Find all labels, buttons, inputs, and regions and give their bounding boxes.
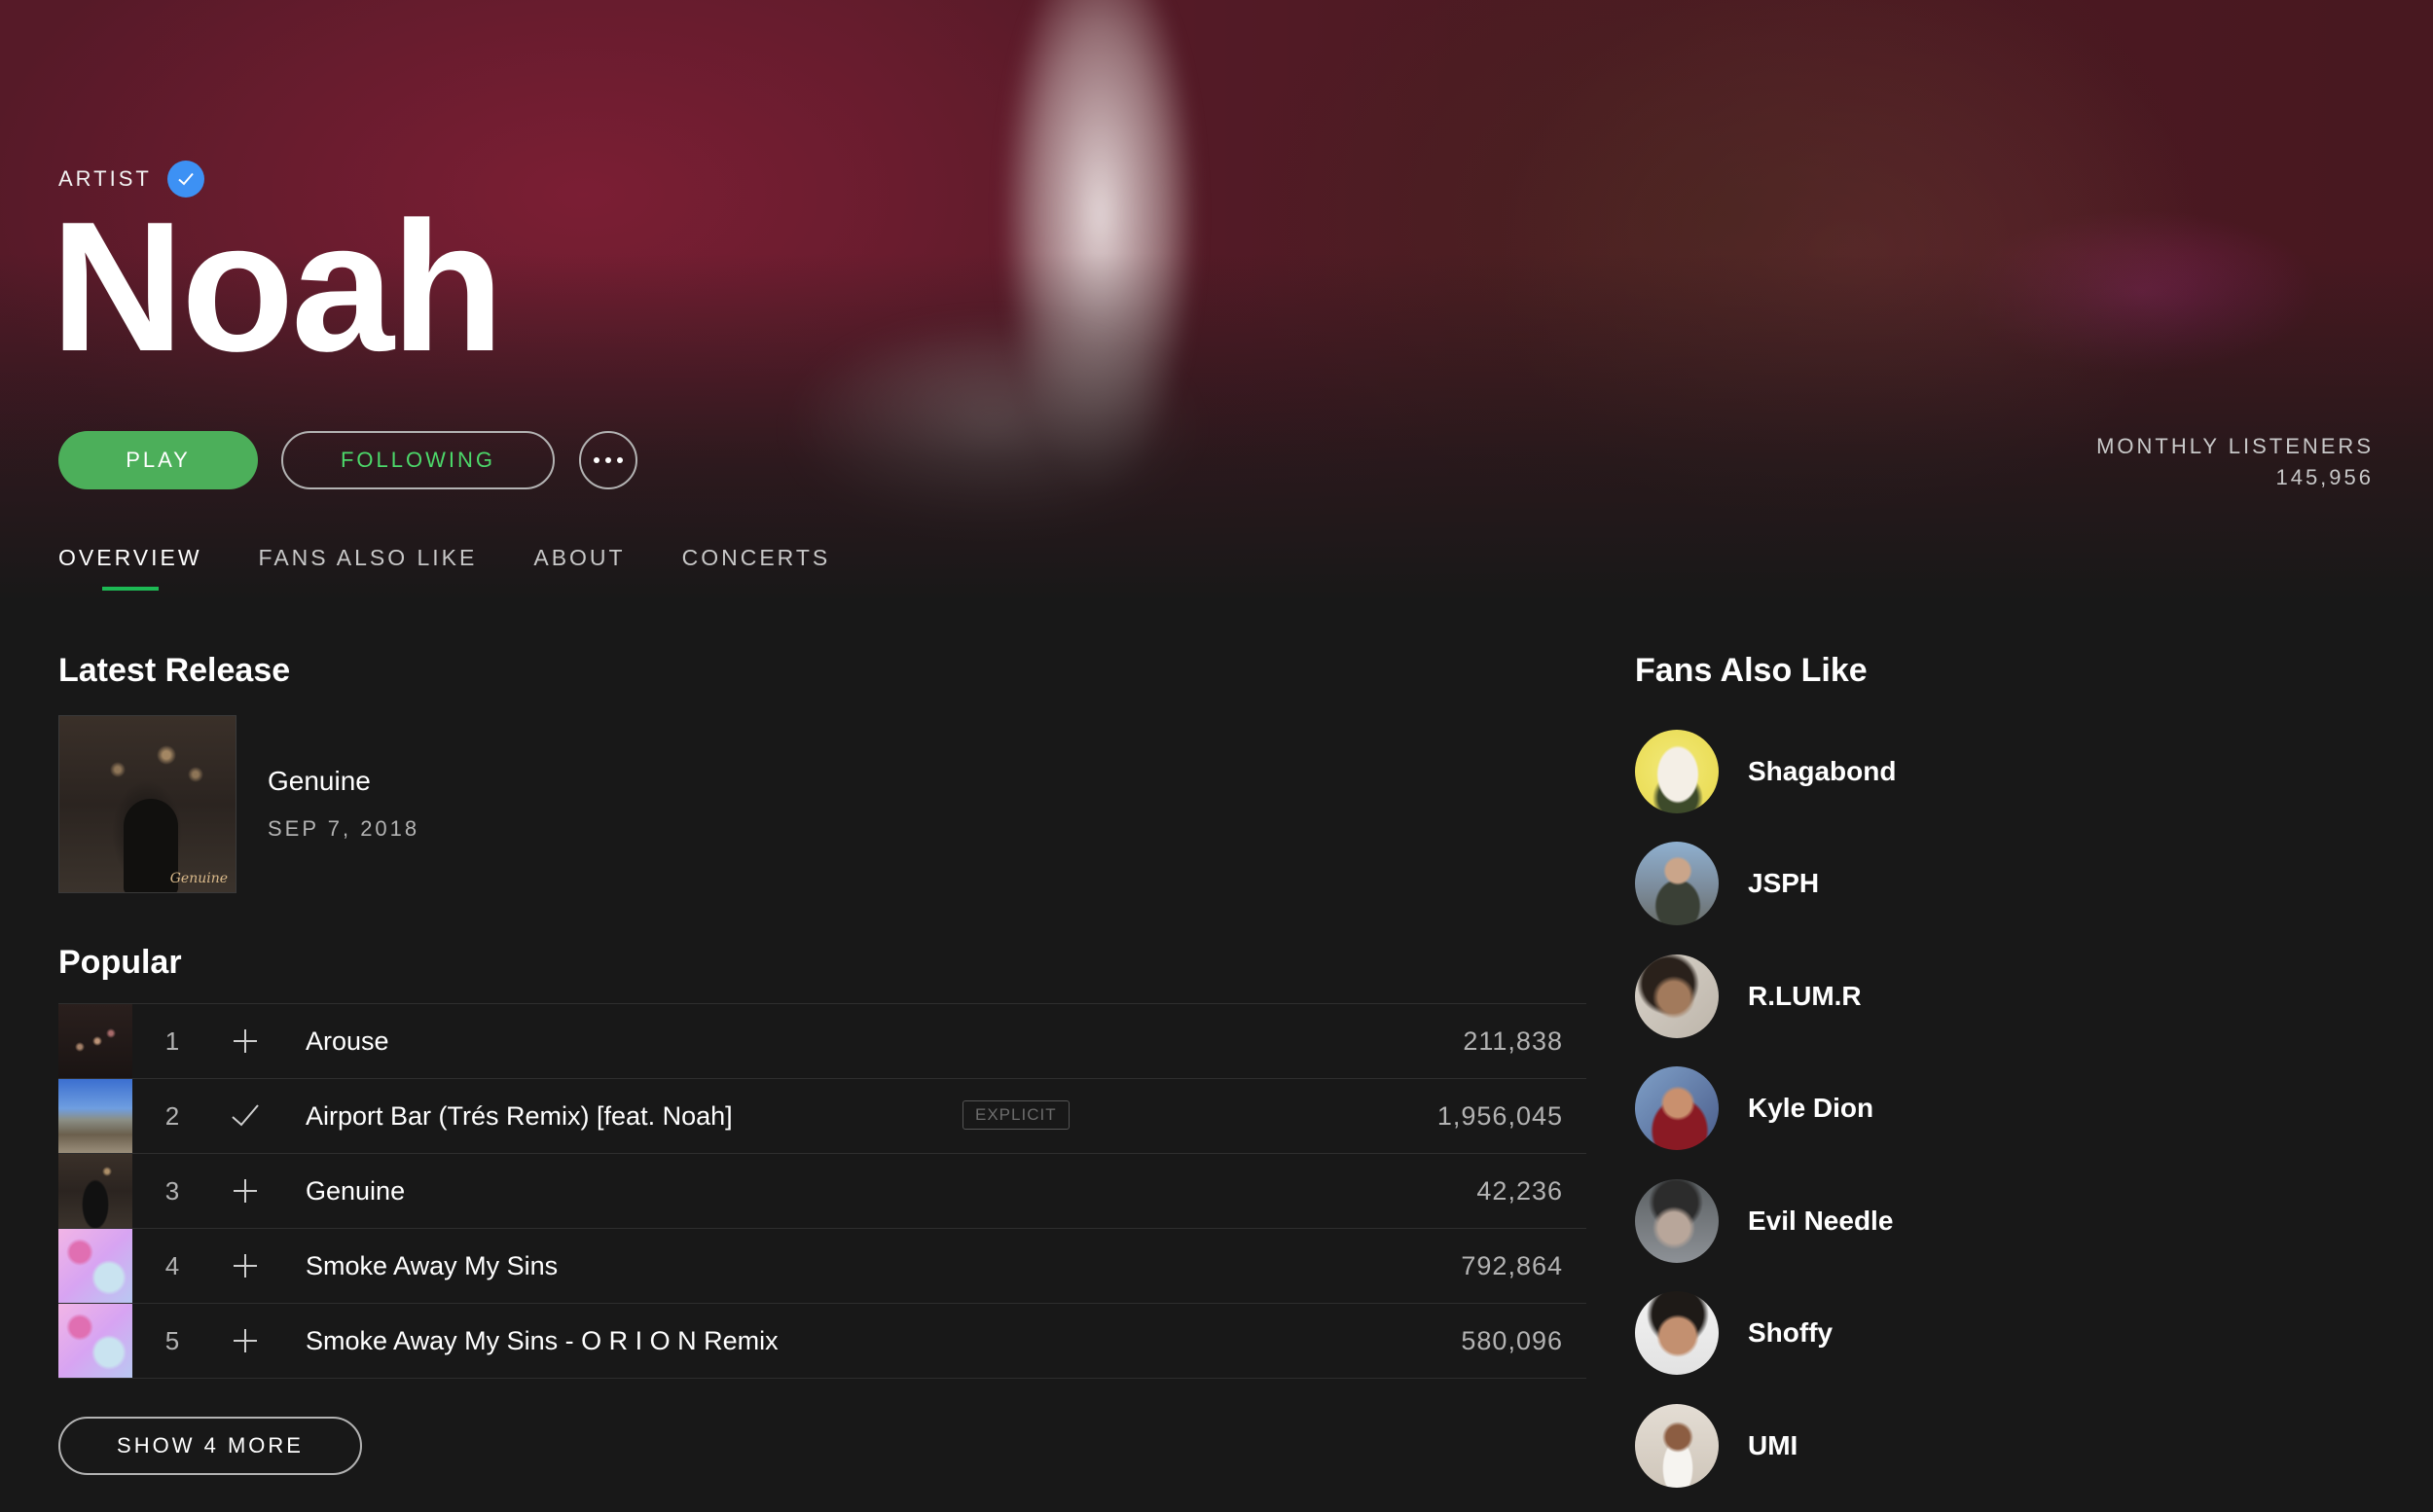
following-button[interactable]: FOLLOWING xyxy=(281,431,555,489)
monthly-listeners: MONTHLY LISTENERS 145,956 xyxy=(2096,431,2374,493)
track-thumbnail xyxy=(58,1004,132,1078)
track-thumbnail xyxy=(58,1079,132,1153)
related-artist-name: JSPH xyxy=(1748,868,1820,899)
monthly-listeners-label: MONTHLY LISTENERS xyxy=(2096,434,2374,458)
avatar xyxy=(1635,1291,1719,1376)
add-track-button[interactable] xyxy=(226,1321,265,1360)
monthly-listeners-value: 145,956 xyxy=(2275,465,2374,489)
track-play-count: 792,864 xyxy=(1461,1251,1563,1280)
tab-concerts[interactable]: CONCERTS xyxy=(682,545,831,591)
fans-also-like-list: Shagabond JSPH R.LUM.R Kyle Dion Evil Ne… xyxy=(1635,715,1896,1502)
track-play-count: 580,096 xyxy=(1461,1326,1563,1355)
artist-tabs: OVERVIEW FANS ALSO LIKE ABOUT CONCERTS xyxy=(58,545,887,591)
cover-script: Genuine xyxy=(169,871,228,886)
track-row[interactable]: 2 Airport Bar (Trés Remix) [feat. Noah] … xyxy=(58,1079,1586,1154)
avatar xyxy=(1635,729,1719,813)
avatar xyxy=(1635,954,1719,1038)
plus-icon xyxy=(234,1179,257,1203)
tab-fans-also-like[interactable]: FANS ALSO LIKE xyxy=(259,545,478,591)
track-play-count: 42,236 xyxy=(1476,1176,1563,1206)
track-title[interactable]: Airport Bar (Trés Remix) [feat. Noah] xyxy=(306,1079,733,1153)
plus-icon xyxy=(234,1029,257,1053)
related-artist-item[interactable]: Shoffy xyxy=(1635,1278,1896,1390)
track-thumbnail xyxy=(58,1154,132,1228)
latest-release-date: SEP 7, 2018 xyxy=(268,816,420,841)
add-track-button[interactable] xyxy=(226,1246,265,1285)
artist-name: Noah xyxy=(51,184,504,390)
play-button[interactable]: PLAY xyxy=(58,431,258,489)
avatar xyxy=(1635,1066,1719,1151)
related-artist-item[interactable]: Evil Needle xyxy=(1635,1165,1896,1278)
avatar xyxy=(1635,842,1719,926)
track-number: 1 xyxy=(164,1026,180,1056)
show-more-button[interactable]: SHOW 4 MORE xyxy=(58,1417,362,1475)
related-artist-item[interactable]: Shagabond xyxy=(1635,715,1896,828)
related-artist-name: Evil Needle xyxy=(1748,1205,1894,1236)
related-artist-name: UMI xyxy=(1748,1429,1798,1460)
track-row[interactable]: 1 Arouse 211,838 xyxy=(58,1004,1586,1079)
more-options-button[interactable] xyxy=(579,431,637,489)
popular-track-list: 1 Arouse 211,838 2 Airport Bar (Trés Rem… xyxy=(58,1003,1586,1379)
fans-also-like-title: Fans Also Like xyxy=(1635,652,1868,689)
track-number: 2 xyxy=(164,1101,180,1131)
track-number: 4 xyxy=(164,1251,180,1280)
tab-about[interactable]: ABOUT xyxy=(533,545,625,591)
track-row[interactable]: 4 Smoke Away My Sins 792,864 xyxy=(58,1229,1586,1304)
popular-title: Popular xyxy=(58,944,182,981)
latest-release-name[interactable]: Genuine xyxy=(268,766,371,797)
related-artist-name: Shagabond xyxy=(1748,755,1897,786)
track-play-count: 211,838 xyxy=(1463,1026,1563,1056)
track-title[interactable]: Arouse xyxy=(306,1004,389,1078)
explicit-badge: EXPLICIT xyxy=(962,1100,1070,1130)
add-track-button[interactable] xyxy=(226,1171,265,1210)
track-thumbnail xyxy=(58,1304,132,1378)
latest-release-cover[interactable]: Genuine xyxy=(58,715,236,893)
track-number: 3 xyxy=(164,1176,180,1206)
track-title[interactable]: Smoke Away My Sins - O R I O N Remix xyxy=(306,1304,779,1378)
more-dots-icon xyxy=(594,457,599,463)
track-title[interactable]: Smoke Away My Sins xyxy=(306,1229,558,1303)
related-artist-item[interactable]: R.LUM.R xyxy=(1635,940,1896,1053)
latest-release-title: Latest Release xyxy=(58,652,291,689)
more-dot xyxy=(605,457,611,463)
related-artist-name: Shoffy xyxy=(1748,1317,1834,1349)
plus-icon xyxy=(234,1329,257,1352)
track-row[interactable]: 3 Genuine 42,236 xyxy=(58,1154,1586,1229)
related-artist-item[interactable]: Kyle Dion xyxy=(1635,1053,1896,1166)
check-icon xyxy=(232,1104,259,1127)
tab-overview[interactable]: OVERVIEW xyxy=(58,545,202,591)
related-artist-item[interactable]: UMI xyxy=(1635,1389,1896,1502)
avatar xyxy=(1635,1178,1719,1263)
add-track-button[interactable] xyxy=(226,1022,265,1061)
saved-track-button[interactable] xyxy=(226,1097,265,1135)
track-row[interactable]: 5 Smoke Away My Sins - O R I O N Remix 5… xyxy=(58,1304,1586,1379)
track-thumbnail xyxy=(58,1229,132,1303)
avatar xyxy=(1635,1403,1719,1488)
more-dot xyxy=(617,457,623,463)
related-artist-name: Kyle Dion xyxy=(1748,1093,1874,1124)
track-number: 5 xyxy=(164,1326,180,1355)
related-artist-item[interactable]: JSPH xyxy=(1635,828,1896,941)
track-title[interactable]: Genuine xyxy=(306,1154,405,1228)
related-artist-name: R.LUM.R xyxy=(1748,980,1862,1011)
plus-icon xyxy=(234,1254,257,1278)
track-play-count: 1,956,045 xyxy=(1436,1101,1563,1131)
